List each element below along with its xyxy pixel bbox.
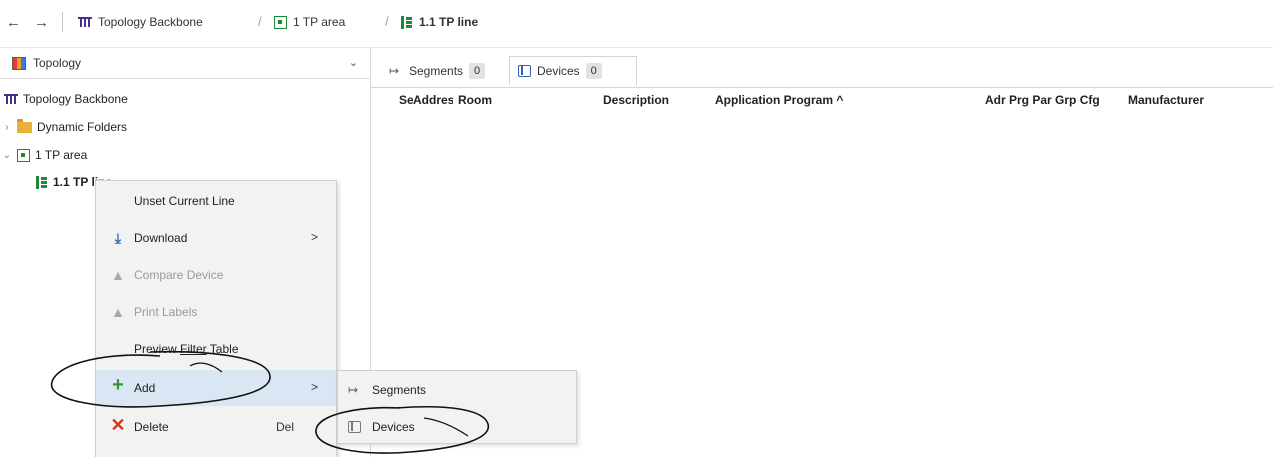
delete-icon: ✕ xyxy=(110,415,126,435)
area-icon xyxy=(17,148,30,162)
tab-strip: ↦ Segments 0 Devices 0 xyxy=(371,48,1273,88)
lock-icon: ▲ xyxy=(111,267,125,283)
tab-segments[interactable]: ↦ Segments 0 xyxy=(381,56,493,86)
tab-label: Segments xyxy=(409,64,464,78)
shortcut-label: Del xyxy=(276,420,295,434)
menu-item-label: Compare Device xyxy=(134,268,224,282)
column-header-address[interactable]: Addres xyxy=(413,93,453,107)
chevron-down-icon[interactable]: ⌄ xyxy=(2,150,12,161)
column-header-description[interactable]: Description xyxy=(603,93,669,107)
column-header-manufacturer[interactable]: Manufacturer xyxy=(1128,93,1204,107)
submenu-item-devices[interactable]: Devices xyxy=(338,409,576,445)
line-icon xyxy=(401,15,413,29)
menu-item-delete[interactable]: ✕ Delete Del xyxy=(96,409,336,445)
tree-item-label: Topology Backbone xyxy=(23,92,128,106)
column-header-room[interactable]: Room xyxy=(458,93,492,107)
breadcrumb-tp-area[interactable]: 1 TP area xyxy=(274,15,345,29)
panel-title: Topology xyxy=(33,56,82,70)
count-badge: 0 xyxy=(585,63,602,79)
backbone-icon xyxy=(78,17,92,27)
tree-item-label: 1 TP area xyxy=(35,148,88,162)
tree-item-tp-area[interactable]: ⌄ 1 TP area xyxy=(2,142,87,168)
tree-item-label: Dynamic Folders xyxy=(37,120,128,134)
menu-item-download[interactable]: ⤓ Download > xyxy=(96,220,336,256)
download-icon: ⤓ xyxy=(114,230,122,246)
menu-item-label: Print Labels xyxy=(134,305,198,319)
tree-item-dynamic-folders[interactable]: › Dynamic Folders xyxy=(2,114,127,140)
breadcrumb-topology-backbone[interactable]: Topology Backbone xyxy=(78,15,203,29)
column-header-segment[interactable]: Se xyxy=(399,93,413,107)
tab-label: Devices xyxy=(537,64,580,78)
submenu-item-label: Segments xyxy=(372,383,427,397)
chevron-right-icon[interactable]: › xyxy=(2,122,12,133)
toolbar-divider xyxy=(62,12,63,32)
line-icon xyxy=(36,175,48,189)
plus-icon: + xyxy=(112,374,124,396)
menu-item-label: Unset Current Line xyxy=(134,194,235,208)
menu-item-add[interactable]: + Add > xyxy=(96,370,336,406)
menu-item-preview-filter-table[interactable]: Preview Filter Table xyxy=(96,331,336,367)
breadcrumb-tp-line[interactable]: 1.1 TP line xyxy=(401,15,478,29)
submenu-item-segments[interactable]: ↦ Segments xyxy=(338,372,576,408)
device-icon xyxy=(348,421,361,433)
submenu-arrow-icon: > xyxy=(310,380,318,394)
column-header-flags[interactable]: Adr Prg Par Grp Cfg xyxy=(985,93,1100,107)
breadcrumb-label: 1.1 TP line xyxy=(419,15,479,29)
count-badge: 0 xyxy=(469,63,486,79)
breadcrumb-separator: / xyxy=(258,14,262,29)
lock-icon: ▲ xyxy=(111,304,125,320)
menu-item-compare-device[interactable]: ▲ Compare Device xyxy=(96,257,336,293)
menu-item-label: Preview Filter Table xyxy=(134,342,239,356)
breadcrumb-label: Topology Backbone xyxy=(98,15,203,29)
tree-item-topology-backbone[interactable]: Topology Backbone xyxy=(4,86,128,112)
topology-icon xyxy=(12,56,26,70)
backbone-icon xyxy=(4,94,18,104)
folder-icon xyxy=(17,119,32,133)
menu-item-print-labels[interactable]: ▲ Print Labels xyxy=(96,294,336,330)
tab-devices[interactable]: Devices 0 xyxy=(509,56,637,86)
chevron-down-icon[interactable]: ⌄ xyxy=(349,56,358,69)
forward-arrow-icon[interactable]: → xyxy=(34,14,49,31)
back-arrow-icon[interactable]: ← xyxy=(6,14,21,31)
panel-selector[interactable]: Topology ⌄ xyxy=(0,48,370,79)
segment-icon: ↦ xyxy=(348,383,359,397)
submenu-arrow-icon: > xyxy=(310,230,318,244)
segment-icon: ↦ xyxy=(389,64,400,78)
submenu-item-label: Devices xyxy=(372,420,415,434)
breadcrumb-label: 1 TP area xyxy=(293,15,346,29)
table-header: Se Addres Room Description Application P… xyxy=(371,87,1273,111)
menu-item-label: Delete xyxy=(134,420,169,434)
menu-item-label: Add xyxy=(134,381,156,395)
menu-item-label: Download xyxy=(134,231,188,245)
device-icon xyxy=(518,65,531,77)
area-icon xyxy=(274,15,287,29)
context-menu: Unset Current Line ⤓ Download > ▲ Compar… xyxy=(95,180,337,457)
menu-item-unset-current-line[interactable]: Unset Current Line xyxy=(96,183,336,219)
add-submenu: ↦ Segments Devices xyxy=(337,370,577,444)
breadcrumb-separator: / xyxy=(385,14,389,29)
breadcrumb-bar: ← → Topology Backbone / 1 TP area / 1.1 … xyxy=(0,0,1273,48)
column-header-application-program[interactable]: Application Program ^ xyxy=(715,93,843,107)
